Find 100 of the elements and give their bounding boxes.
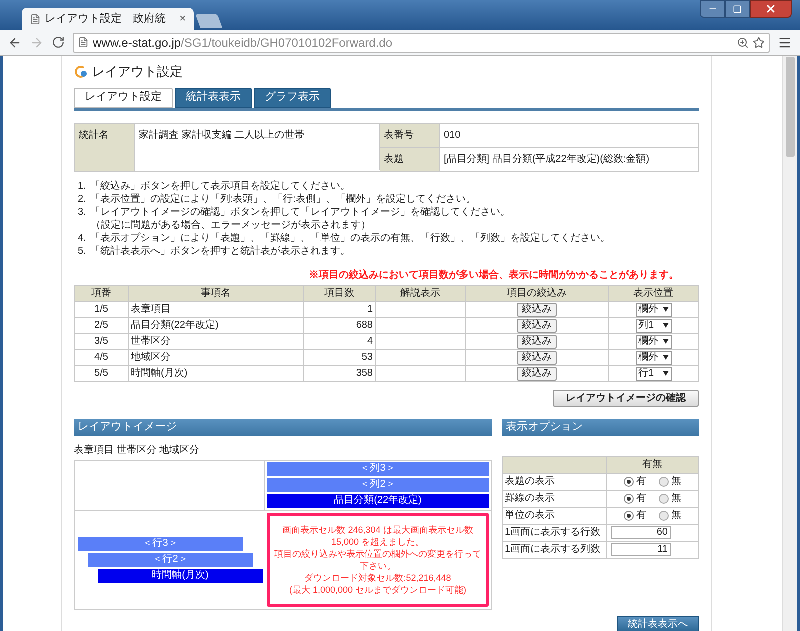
- reload-icon[interactable]: [52, 36, 65, 49]
- table-cell-text: 010: [443, 128, 462, 142]
- caret-icon: [662, 307, 668, 312]
- step-number: 1.: [78, 180, 86, 192]
- table-cell: 1画面に表示する行数: [502, 524, 606, 541]
- tab-close[interactable]: ×: [180, 10, 186, 28]
- number-input[interactable]: 11: [611, 543, 671, 556]
- table-cell: 1/5: [74, 301, 128, 317]
- radio-label: 有: [636, 509, 646, 523]
- column-header: 解説表示: [376, 285, 466, 301]
- position-select[interactable]: 欄外: [636, 334, 672, 348]
- radio-button[interactable]: [624, 476, 634, 486]
- column-header: 事項名: [128, 285, 304, 301]
- radio-label: 有: [636, 475, 646, 489]
- page-title: レイアウト設定: [92, 63, 183, 81]
- table-cell: 単位の表示: [502, 507, 606, 524]
- table-display-button[interactable]: 統計表表示へ: [617, 616, 699, 631]
- filter-button[interactable]: 絞込み: [517, 366, 557, 380]
- column-bar: ＜列2＞: [267, 478, 489, 492]
- table-cell-text: [品目分類] 品目分類(平成22年改定)(総数:金額): [443, 152, 651, 166]
- bookmark-star-icon[interactable]: [753, 36, 765, 48]
- position-select[interactable]: 列1: [636, 318, 672, 332]
- table-cell: 4: [304, 333, 376, 349]
- radio-label: 無: [672, 509, 682, 523]
- instruction-note: （設定に問題がある場合、エラーメッセージが表示されます）: [91, 218, 372, 232]
- radio-label: 無: [672, 475, 682, 489]
- column-bar: 品目分類(22年改定): [267, 494, 489, 508]
- column-header: 項目数: [304, 285, 376, 301]
- row-bar: ＜行2＞: [88, 552, 253, 566]
- instruction-text: 「絞込み」ボタンを押して表示項目を設定してください。: [90, 180, 350, 192]
- tab[interactable]: レイアウト設定: [74, 88, 173, 108]
- step-number: 4.: [78, 232, 86, 244]
- column-header: 項番: [74, 285, 128, 301]
- filter-button[interactable]: 絞込み: [517, 334, 557, 348]
- step-number: 5.: [78, 244, 86, 258]
- filter-button[interactable]: 絞込み: [517, 350, 557, 364]
- table-cell: 3/5: [74, 333, 128, 349]
- radio-button[interactable]: [658, 510, 668, 520]
- row-bar: ＜行3＞: [78, 536, 243, 550]
- row-bar: 時間軸(月次): [98, 568, 263, 582]
- table-cell: 1画面に表示する列数: [502, 541, 606, 558]
- warning-text: ※項目の絞込みにおいて項目数が多い場合、表示に時間がかかることがあります。: [308, 268, 680, 282]
- table-cell: 53: [304, 349, 376, 365]
- layout-confirm-button[interactable]: レイアウトイメージの確認: [553, 390, 699, 406]
- position-select[interactable]: 行1: [636, 366, 672, 380]
- zoom-icon[interactable]: [737, 36, 749, 48]
- new-tab-button[interactable]: [195, 14, 223, 28]
- instruction-text: 「表示位置」の設定により「列:表頭」、「行:表側」、「欄外」を設定してください。: [90, 192, 476, 206]
- step-number: 2.: [78, 192, 86, 206]
- table-header-cell: 表番号: [380, 124, 440, 146]
- maximize-icon: [733, 4, 742, 14]
- table-cell: 品目分類(22年改定): [128, 317, 304, 333]
- position-select[interactable]: 欄外: [636, 350, 672, 364]
- address-bar[interactable]: www.e-stat.go.jp/SG1/toukeidb/GH07010102Forward.do: [73, 32, 770, 52]
- filter-button[interactable]: 絞込み: [517, 318, 557, 332]
- caret-icon: [662, 355, 668, 360]
- layout-caption: 表章項目 世帯区分 地域区分: [74, 444, 201, 458]
- tab[interactable]: 統計表表示: [175, 88, 252, 108]
- error-text: 項目の絞り込みや表示位置の欄外への変更を行って下さい。: [274, 548, 482, 572]
- caret-icon: [662, 339, 668, 344]
- position-select[interactable]: 欄外: [636, 302, 672, 316]
- radio-button[interactable]: [624, 510, 634, 520]
- url-text: www.e-stat.go.jp/SG1/toukeidb/GH07010102Forward.do: [93, 34, 393, 52]
- close-button[interactable]: [750, 0, 792, 18]
- logo-icon: [74, 64, 88, 79]
- radio-label: 無: [672, 492, 682, 506]
- radio-button[interactable]: [658, 476, 668, 486]
- table-cell: 世帯区分: [128, 333, 304, 349]
- filter-button[interactable]: 絞込み: [517, 302, 557, 316]
- radio-button[interactable]: [658, 494, 668, 504]
- table-cell: 表題の表示: [502, 473, 606, 490]
- caret-icon: [662, 323, 668, 328]
- error-text: ダウンロード対象セル数:52,216,448: [304, 572, 452, 584]
- section-header: レイアウトイメージ: [74, 418, 492, 436]
- number-input[interactable]: 60: [611, 526, 671, 539]
- browser-tab[interactable]: レイアウト設定 政府統 ×: [22, 8, 194, 30]
- table-cell: 時間軸(月次): [128, 365, 304, 381]
- table-cell: 1: [304, 301, 376, 317]
- error-text: 15,000 を超えました。: [331, 536, 425, 548]
- error-text: (最大 1,000,000 セルまでダウンロード可能): [289, 584, 467, 596]
- table-cell: 5/5: [74, 365, 128, 381]
- table-cell: 688: [304, 317, 376, 333]
- column-header: 有無: [606, 456, 698, 473]
- radio-label: 有: [636, 492, 646, 506]
- table-cell: 4/5: [74, 349, 128, 365]
- close-icon: [765, 3, 777, 15]
- tab[interactable]: グラフ表示: [254, 88, 331, 108]
- table-cell: 358: [304, 365, 376, 381]
- caret-icon: [662, 371, 668, 376]
- instruction-text: 「表示オプション」により「表題」、「罫線」、「単位」の表示の有無、「行数」、「列数」を設定してください。: [90, 232, 610, 244]
- scrollbar[interactable]: [782, 56, 797, 631]
- table-cell: 表章項目: [128, 301, 304, 317]
- instruction-text: 「統計表表示へ」ボタンを押すと統計表が表示されます。: [90, 244, 350, 258]
- table-header-cell: 表題: [380, 148, 440, 170]
- maximize-button[interactable]: [725, 0, 750, 18]
- menu-icon[interactable]: [778, 36, 792, 50]
- column-bar: ＜列3＞: [267, 462, 489, 476]
- table-cell: 2/5: [74, 317, 128, 333]
- radio-button[interactable]: [624, 494, 634, 504]
- back-icon[interactable]: [8, 36, 22, 50]
